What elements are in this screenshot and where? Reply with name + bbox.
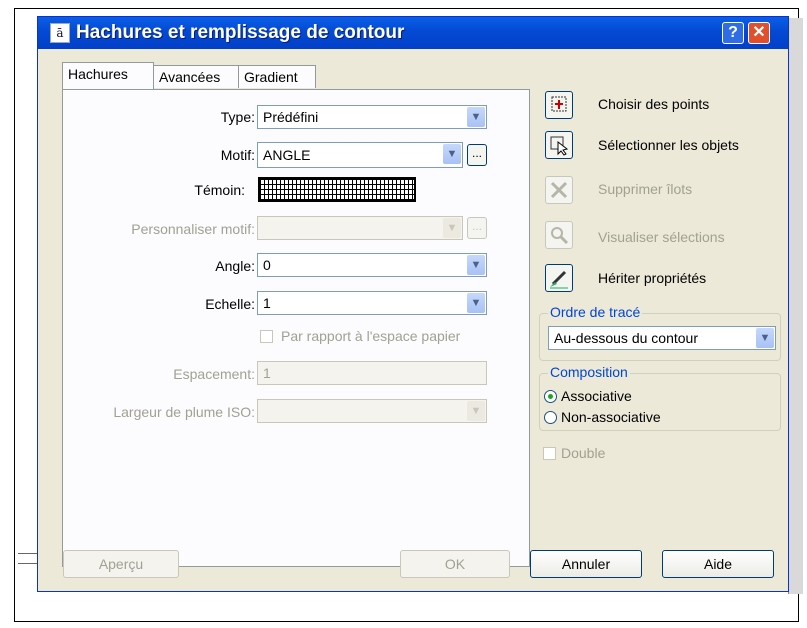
iso-pen-width-label: Largeur de plume ISO: [113,404,255,420]
custom-browse-button[interactable]: ... [467,217,487,239]
type-value: Prédéfini [263,109,319,125]
associative-radio[interactable] [544,390,557,403]
background-line [18,553,38,554]
type-label: Type: [220,109,255,125]
ok-button[interactable]: OK [400,550,510,578]
scale-label: Echelle: [205,296,255,312]
iso-pen-width-select[interactable]: ▼ [257,399,487,423]
angle-value: 0 [263,257,271,273]
chevron-down-icon[interactable]: ▼ [467,401,485,421]
paper-space-checkbox[interactable] [260,330,273,343]
draw-order-group: Ordre de tracé Au-dessous du contour ▼ [539,304,781,361]
angle-select[interactable]: 0 ▼ [257,253,487,277]
tab-gradient[interactable]: Gradient [238,65,316,88]
chevron-down-icon[interactable]: ▼ [467,293,485,313]
custom-pattern-select[interactable]: ▼ [257,216,463,240]
inherit-properties-icon [550,270,568,289]
help-dialog-button[interactable]: Aide [662,550,774,578]
background-window-edge [788,18,803,594]
composition-group: Composition Associative Non-associative [539,364,781,431]
tab-avancees[interactable]: Avancées [153,65,239,88]
angle-label: Angle: [215,258,255,274]
select-objects-button[interactable] [545,131,573,159]
scale-select[interactable]: 1 ▼ [257,291,487,315]
spacing-label: Espacement: [173,366,255,382]
motif-select[interactable]: ANGLE ▼ [257,142,463,168]
motif-browse-button[interactable]: ... [467,144,487,166]
inherit-properties-button[interactable] [545,264,573,292]
pick-points-icon [551,96,567,112]
chevron-down-icon[interactable]: ▼ [443,144,461,164]
view-selections-label: Visualiser sélections [598,229,725,245]
pick-points-label: Choisir des points [598,96,710,112]
preview-button[interactable]: Aperçu [63,550,179,578]
inherit-properties-label: Hériter propriétés [598,270,707,286]
select-objects-label: Sélectionner les objets [598,137,739,153]
draw-order-select[interactable]: Au-dessous du contour ▼ [548,326,776,350]
type-select[interactable]: Prédéfini ▼ [257,105,487,129]
view-selections-icon [551,227,569,245]
background-line [18,563,38,564]
pick-points-button[interactable] [545,91,573,119]
motif-label: Motif: [220,147,255,163]
chevron-down-icon[interactable]: ▼ [467,107,485,127]
hatch-dialog: ā Hachures et remplissage de contour ? ✕… [37,16,789,592]
remove-islands-label: Supprimer îlots [598,181,693,197]
close-button[interactable]: ✕ [748,22,770,44]
title-bar[interactable]: ā Hachures et remplissage de contour ? ✕ [38,17,788,49]
spacing-value: 1 [263,365,271,381]
custom-pattern-label: Personnaliser motif: [131,221,255,237]
double-checkbox[interactable] [543,447,556,460]
dialog-title: Hachures et remplissage de contour [76,22,405,43]
draw-order-title: Ordre de tracé [548,304,643,320]
temoin-label: Témoin: [194,182,245,198]
composition-title: Composition [548,364,630,380]
paper-space-label: Par rapport à l'espace papier [281,328,461,344]
draw-order-value: Au-dessous du contour [554,330,698,346]
app-icon: ā [50,23,70,43]
chevron-down-icon[interactable]: ▼ [443,218,461,238]
non-associative-radio[interactable] [544,411,557,424]
remove-islands-button[interactable] [545,176,573,204]
view-selections-button[interactable] [545,221,573,249]
cancel-button[interactable]: Annuler [530,550,642,578]
scale-value: 1 [263,295,271,311]
associative-label: Associative [561,388,632,404]
help-button[interactable]: ? [722,22,744,44]
hatch-panel: Type: Prédéfini ▼ Motif: ANGLE ▼ ... Tém… [62,89,530,567]
non-associative-label: Non-associative [561,409,661,425]
chevron-down-icon[interactable]: ▼ [756,328,774,348]
pattern-swatch[interactable] [258,177,416,202]
remove-islands-icon [550,181,568,199]
motif-value: ANGLE [263,147,311,163]
spacing-input[interactable]: 1 [257,361,487,385]
tab-hachures[interactable]: Hachures [62,62,154,89]
chevron-down-icon[interactable]: ▼ [467,255,485,275]
double-label: Double [561,445,606,461]
select-objects-icon [550,136,569,156]
